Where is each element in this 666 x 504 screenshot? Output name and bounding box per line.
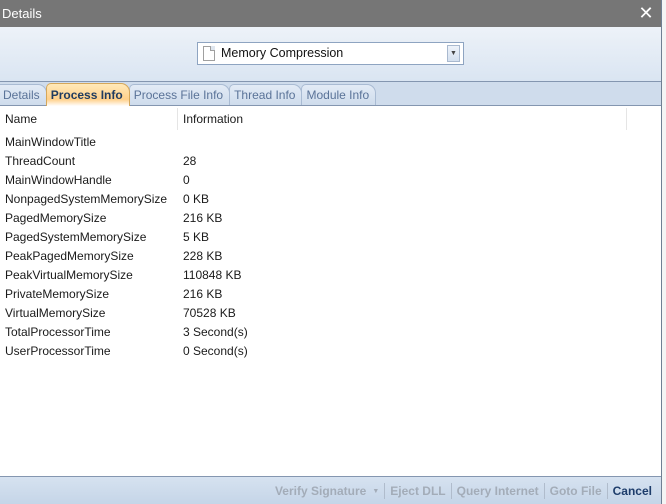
row-name: MainWindowHandle [5, 172, 112, 187]
process-selector-value: Memory Compression [221, 46, 344, 60]
row-name: VirtualMemorySize [5, 305, 106, 320]
document-icon [203, 45, 215, 61]
column-divider[interactable] [626, 108, 627, 130]
background-window [662, 0, 666, 504]
row-value: 5 KB [183, 229, 210, 244]
tab-label: Details [3, 88, 40, 102]
dialog-title: Details [2, 6, 42, 21]
cancel-button[interactable]: Cancel [608, 484, 657, 498]
verify-signature-label: Verify Signature [274, 483, 367, 498]
tab-label: Module Info [306, 88, 370, 102]
chevron-down-icon[interactable]: ▼ [447, 44, 460, 62]
list-row[interactable]: PeakVirtualMemorySize 110848 KB [0, 265, 661, 284]
tab-strip: Details Process Info Process File Info T… [0, 81, 661, 106]
row-value: 110848 KB [183, 267, 242, 282]
row-value: 3 Second(s) [183, 324, 248, 339]
action-bar: Verify Signature ▼ Eject DLL Query Intern… [0, 476, 661, 504]
row-value: 0 KB [183, 191, 210, 206]
row-name: ThreadCount [5, 153, 76, 168]
tab-thread-info[interactable]: Thread Info [229, 84, 303, 105]
close-icon[interactable]: ✕ [631, 0, 661, 27]
tab-module-info[interactable]: Module Info [301, 84, 377, 105]
list-row[interactable]: PrivateMemorySize 216 KB [0, 284, 661, 303]
column-header-name[interactable]: Name [0, 108, 178, 130]
list-rows: MainWindowTitle ThreadCount 28 MainWindowHa… [0, 132, 661, 360]
row-name: PeakVirtualMemorySize [5, 267, 133, 282]
tab-process-info[interactable]: Process Info [45, 83, 130, 106]
process-selector-dropdown[interactable]: Memory Compression ▼ [197, 41, 464, 65]
row-name: UserProcessorTime [5, 343, 111, 358]
row-value: 28 [183, 153, 197, 168]
selector-area: Memory Compression ▼ [0, 27, 661, 81]
eject-dll-button[interactable]: Eject DLL [385, 484, 450, 498]
row-name: TotalProcessorTime [5, 324, 111, 339]
row-name: PagedSystemMemorySize [5, 229, 147, 244]
list-row[interactable]: PagedMemorySize 216 KB [0, 208, 661, 227]
list-row[interactable]: MainWindowTitle [0, 132, 661, 151]
list-row[interactable]: NonpagedSystemMemorySize 0 KB [0, 189, 661, 208]
row-value: 228 KB [183, 248, 223, 263]
row-name: MainWindowTitle [5, 134, 96, 149]
list-header: Name Information [0, 106, 661, 132]
row-value: 216 KB [183, 286, 223, 301]
list-row[interactable]: MainWindowHandle 0 [0, 170, 661, 189]
goto-file-button[interactable]: Goto File [545, 484, 607, 498]
chevron-down-icon[interactable]: ▼ [372, 488, 379, 495]
row-value: 70528 KB [183, 305, 236, 320]
row-value: 0 [183, 172, 190, 187]
tab-label: Process Info [50, 88, 123, 102]
tab-label: Process File Info [133, 88, 224, 102]
row-name: PagedMemorySize [5, 210, 107, 225]
list-row[interactable]: ThreadCount 28 [0, 151, 661, 170]
tab-label: Thread Info [234, 88, 296, 102]
tab-details[interactable]: Details [0, 84, 47, 105]
list-row[interactable]: PagedSystemMemorySize 5 KB [0, 227, 661, 246]
list-row[interactable]: VirtualMemorySize 70528 KB [0, 303, 661, 322]
tab-process-file-info[interactable]: Process File Info [128, 84, 231, 105]
details-dialog: Details ✕ Memory Compression ▼ Details P… [0, 0, 662, 504]
list-row[interactable]: PeakPagedMemorySize 228 KB [0, 246, 661, 265]
row-value: 216 KB [183, 210, 223, 225]
list-row[interactable]: UserProcessorTime 0 Second(s) [0, 341, 661, 360]
process-info-list[interactable]: Name Information MainWindowTitle ThreadCo… [0, 106, 661, 476]
verify-signature-button[interactable]: Verify Signature ▼ [270, 484, 384, 498]
title-bar: Details ✕ [0, 0, 661, 27]
column-header-information[interactable]: Information [178, 108, 661, 130]
list-row[interactable]: TotalProcessorTime 3 Second(s) [0, 322, 661, 341]
row-value: 0 Second(s) [183, 343, 248, 358]
query-internet-button[interactable]: Query Internet [452, 484, 544, 498]
row-name: PrivateMemorySize [5, 286, 110, 301]
row-name: PeakPagedMemorySize [5, 248, 134, 263]
row-name: NonpagedSystemMemorySize [5, 191, 168, 206]
